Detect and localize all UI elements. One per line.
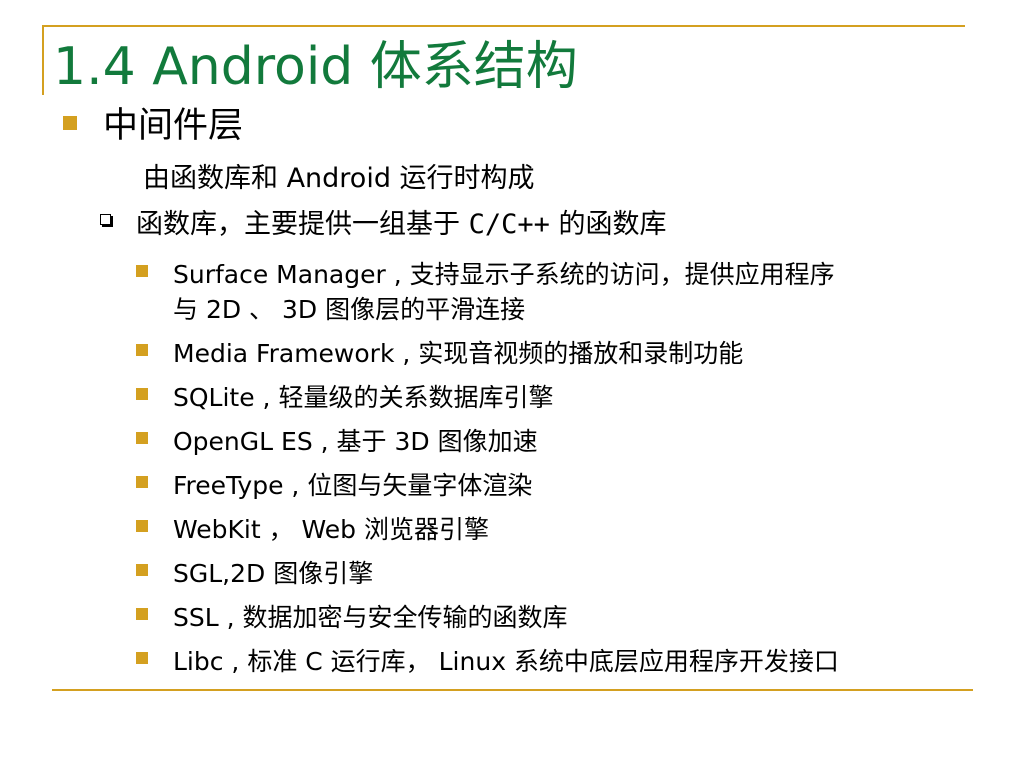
slide-title: 1.4 Android 体系结构 xyxy=(53,37,578,97)
square-bullet-icon xyxy=(136,476,148,488)
section-prefix: 函数库，主要提供一组基于 xyxy=(136,209,469,240)
list-item-continuation: 与 2D 、 3D 图像层的平滑连接 xyxy=(173,295,526,324)
square-bullet-icon xyxy=(136,265,148,277)
square-bullet-icon xyxy=(136,564,148,576)
list-item-text: FreeType , 位图与矢量字体渲染 xyxy=(173,471,533,500)
list-item-text: SQLite , 轻量级的关系数据库引擎 xyxy=(173,383,554,412)
section-text: 函数库，主要提供一组基于 C/C++ 的函数库 xyxy=(136,205,666,245)
square-bullet-icon xyxy=(136,608,148,620)
list-item-text: OpenGL ES , 基于 3D 图像加速 xyxy=(173,427,538,456)
list-item-text: SGL,2D 图像引擎 xyxy=(173,559,374,588)
subheading: 由函数库和 Android 运行时构成 xyxy=(143,163,535,194)
list-item-text: Media Framework , 实现音视频的播放和录制功能 xyxy=(173,339,744,368)
square-bullet-icon xyxy=(63,116,77,130)
list-item-text: WebKit ， Web 浏览器引擎 xyxy=(173,515,489,544)
left-rule xyxy=(42,25,44,95)
list-item-text: Surface Manager , 支持显示子系统的访问，提供应用程序 xyxy=(173,260,835,289)
bottom-rule xyxy=(52,689,973,691)
section-suffix: 的函数库 xyxy=(549,209,667,240)
square-bullet-icon xyxy=(136,652,148,664)
square-bullet-icon xyxy=(136,388,148,400)
square-bullet-icon xyxy=(136,344,148,356)
list-item-text: Libc , 标准 C 运行库， Linux 系统中底层应用程序开发接口 xyxy=(173,647,839,676)
hollow-square-bullet-icon xyxy=(100,214,111,225)
square-bullet-icon xyxy=(136,432,148,444)
list-item-text: SSL , 数据加密与安全传输的函数库 xyxy=(173,603,568,632)
section-code: C/C++ xyxy=(468,209,550,240)
square-bullet-icon xyxy=(136,520,148,532)
bullet-heading: 中间件层 xyxy=(103,106,244,146)
top-rule xyxy=(42,25,965,27)
